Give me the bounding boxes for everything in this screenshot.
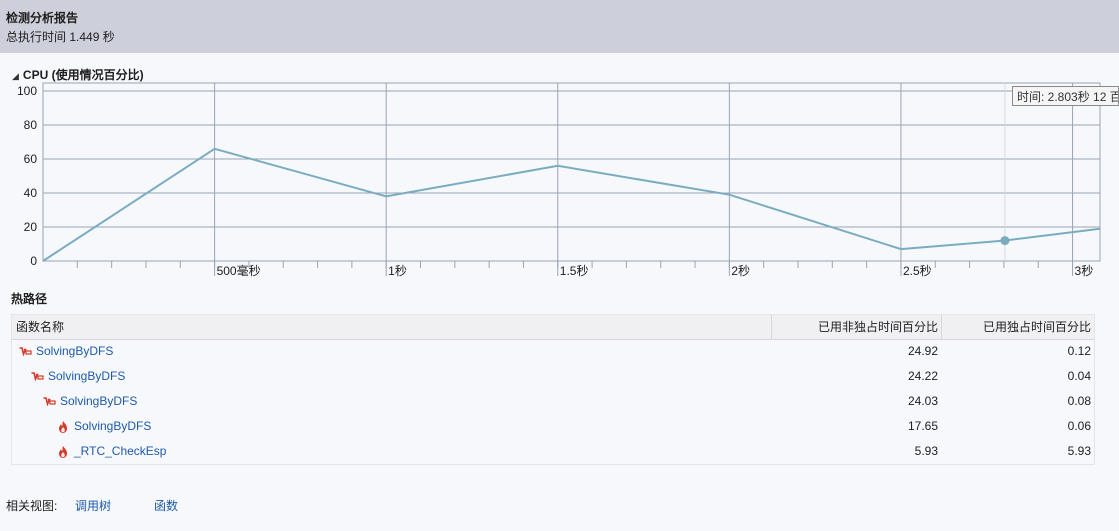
function-cell: _RTC_CheckEsp — [56, 439, 166, 464]
flame-icon — [56, 445, 70, 459]
hot-path-table: 函数名称 已用非独占时间百分比 已用独占时间百分比 SolvingByDFS 24… — [11, 314, 1095, 465]
function-cell: SolvingByDFS — [42, 389, 137, 414]
y-tick-label: 40 — [24, 186, 38, 200]
hot-path-arrow-icon — [18, 345, 32, 359]
function-cell: SolvingByDFS — [56, 414, 151, 439]
function-link[interactable]: SolvingByDFS — [48, 364, 125, 389]
table-header: 函数名称 已用非独占时间百分比 已用独占时间百分比 — [12, 315, 1094, 340]
function-link[interactable]: SolvingByDFS — [36, 339, 113, 364]
y-tick-label: 100 — [17, 84, 37, 98]
inclusive-time-percent: 24.22 — [907, 369, 938, 383]
report-header: 检测分析报告 总执行时间 1.449 秒 — [0, 0, 1119, 53]
function-cell: SolvingByDFS — [30, 364, 125, 389]
inclusive-time-percent: 5.93 — [914, 444, 938, 458]
report-title: 检测分析报告 — [6, 11, 79, 25]
y-tick-label: 80 — [24, 118, 38, 132]
related-views: 相关视图: 调用树 函数 — [6, 497, 178, 514]
table-row[interactable]: SolvingByDFS 24.22 0.04 — [12, 364, 1094, 389]
functions-link[interactable]: 函数 — [154, 497, 178, 514]
column-header-exclusive-label: 已用独占时间百分比 — [982, 320, 1091, 334]
table-row[interactable]: SolvingByDFS 24.92 0.12 — [12, 339, 1094, 364]
table-row[interactable]: _RTC_CheckEsp 5.93 5.93 — [12, 439, 1094, 464]
function-link[interactable]: SolvingByDFS — [74, 414, 151, 439]
related-views-label: 相关视图: — [6, 499, 58, 513]
cursor-marker[interactable] — [1000, 236, 1010, 246]
y-tick-label: 20 — [24, 220, 38, 234]
plot-area — [42, 82, 1101, 262]
column-header-exclusive[interactable]: 已用独占时间百分比 — [941, 315, 1095, 339]
table-row[interactable]: SolvingByDFS 24.03 0.08 — [12, 389, 1094, 414]
x-tick-label: 2.5秒 — [903, 264, 932, 278]
chart-tooltip: 时间: 2.803秒 12 百 — [1012, 86, 1119, 106]
column-header-inclusive[interactable]: 已用非独占时间百分比 — [771, 315, 942, 339]
y-tick-label: 0 — [30, 254, 37, 268]
column-header-inclusive-label: 已用非独占时间百分比 — [817, 320, 938, 334]
flame-icon — [56, 420, 70, 434]
total-execution-time: 总执行时间 1.449 秒 — [6, 30, 115, 44]
exclusive-time-percent: 0.04 — [1067, 369, 1091, 383]
table-row[interactable]: SolvingByDFS 17.65 0.06 — [12, 414, 1094, 439]
function-cell: SolvingByDFS — [18, 339, 113, 364]
y-tick-label: 60 — [24, 152, 38, 166]
inclusive-time-percent: 17.65 — [907, 419, 938, 433]
exclusive-time-percent: 0.08 — [1067, 394, 1091, 408]
column-header-function-name[interactable]: 函数名称 — [16, 315, 64, 339]
exclusive-time-percent: 5.93 — [1067, 444, 1091, 458]
exclusive-time-percent: 0.06 — [1067, 419, 1091, 433]
hot-path-arrow-icon — [30, 370, 44, 384]
inclusive-time-percent: 24.03 — [907, 394, 938, 408]
x-tick-label: 1.5秒 — [560, 264, 589, 278]
x-tick-label: 3秒 — [1075, 264, 1094, 278]
x-tick-label: 500毫秒 — [217, 263, 261, 278]
inclusive-time-percent: 24.92 — [907, 344, 938, 358]
hot-path-arrow-icon — [42, 395, 56, 409]
x-tick-label: 1秒 — [388, 264, 407, 278]
cpu-usage-chart[interactable]: 100 80 60 40 20 0 500毫秒 1秒 1.5秒 2秒 2.5秒 3秒 — [0, 80, 1119, 280]
exclusive-time-percent: 0.12 — [1067, 344, 1091, 358]
call-tree-link[interactable]: 调用树 — [75, 497, 111, 514]
hot-path-title: 热路径 — [11, 292, 48, 306]
x-tick-label: 2秒 — [731, 264, 750, 278]
function-link[interactable]: SolvingByDFS — [60, 389, 137, 414]
function-link[interactable]: _RTC_CheckEsp — [74, 439, 166, 464]
